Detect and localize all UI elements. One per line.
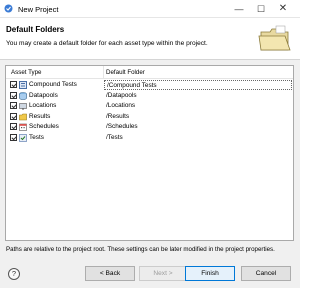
checkbox[interactable] bbox=[10, 133, 17, 141]
folder-path: /Datapools bbox=[106, 91, 137, 99]
back-button[interactable]: < Back bbox=[85, 266, 135, 281]
checkbox[interactable] bbox=[10, 102, 17, 109]
wizard-content: Asset Type Default Folder Compound Tests… bbox=[0, 60, 300, 262]
maximize-button[interactable]: ☐ bbox=[250, 0, 272, 18]
asset-type-label: Schedules bbox=[29, 123, 59, 130]
table-row[interactable]: Datapools /Datapools bbox=[6, 91, 293, 102]
folder-cell[interactable]: /Tests bbox=[104, 133, 292, 143]
folder-cell[interactable]: /Locations bbox=[104, 101, 292, 111]
button-bar: ? < Back Next > Finish Cancel bbox=[0, 262, 300, 288]
folder-icon bbox=[258, 25, 291, 51]
folder-cell[interactable]: /Schedules bbox=[104, 122, 292, 132]
folder-cell[interactable]: /Compound Tests bbox=[104, 80, 292, 90]
window-title: New Project bbox=[18, 5, 59, 14]
folder-path: /Schedules bbox=[106, 123, 138, 130]
folder-path: /Compound Tests bbox=[107, 82, 157, 89]
tests-icon bbox=[19, 133, 27, 142]
table-row[interactable]: Schedules /Schedules bbox=[6, 122, 293, 133]
column-divider[interactable] bbox=[103, 66, 104, 79]
locations-icon bbox=[19, 103, 27, 110]
folder-path: /Tests bbox=[106, 133, 123, 141]
asset-type-label: Results bbox=[29, 112, 51, 120]
folder-cell[interactable]: /Results bbox=[104, 112, 292, 122]
compound-tests-icon bbox=[19, 81, 27, 89]
next-button[interactable]: Next > bbox=[139, 266, 187, 281]
asset-type-label: Compound Tests bbox=[29, 81, 77, 88]
finish-button[interactable]: Finish bbox=[185, 266, 235, 281]
table-row[interactable]: Compound Tests /Compound Tests bbox=[6, 80, 293, 91]
help-button[interactable]: ? bbox=[8, 268, 20, 280]
asset-type-label: Tests bbox=[29, 133, 44, 141]
table-row[interactable]: Tests /Tests bbox=[6, 133, 293, 144]
column-header-asset-type[interactable]: Asset Type bbox=[11, 69, 42, 76]
minimize-button[interactable]: — bbox=[228, 0, 250, 18]
folder-path: /Locations bbox=[106, 102, 136, 109]
cancel-button[interactable]: Cancel bbox=[241, 266, 291, 281]
wizard-banner: Default Folders You may create a default… bbox=[0, 18, 300, 60]
table-row[interactable]: Results /Results bbox=[6, 112, 293, 123]
table-header: Asset Type Default Folder bbox=[6, 66, 293, 79]
datapools-icon bbox=[19, 91, 27, 100]
checkbox[interactable] bbox=[10, 112, 17, 120]
schedules-icon bbox=[19, 123, 27, 131]
asset-folder-table: Asset Type Default Folder Compound Tests… bbox=[5, 65, 294, 241]
asset-type-label: Datapools bbox=[29, 91, 58, 99]
close-button[interactable]: ✕ bbox=[272, 0, 294, 18]
folder-cell[interactable]: /Datapools bbox=[104, 91, 292, 101]
title-bar: New Project — ☐ ✕ bbox=[0, 0, 300, 18]
app-icon bbox=[4, 4, 13, 13]
table-row[interactable]: Locations /Locations bbox=[6, 101, 293, 112]
folder-path: /Results bbox=[106, 112, 130, 120]
asset-type-label: Locations bbox=[29, 102, 57, 109]
checkbox[interactable] bbox=[10, 81, 17, 88]
checkbox[interactable] bbox=[10, 123, 17, 130]
checkbox[interactable] bbox=[10, 91, 17, 99]
column-header-default-folder[interactable]: Default Folder bbox=[106, 69, 145, 76]
page-title: Default Folders bbox=[6, 25, 65, 34]
results-icon bbox=[19, 113, 27, 120]
info-note: Paths are relative to the project root. … bbox=[6, 246, 275, 253]
page-description: You may create a default folder for each… bbox=[6, 40, 208, 47]
